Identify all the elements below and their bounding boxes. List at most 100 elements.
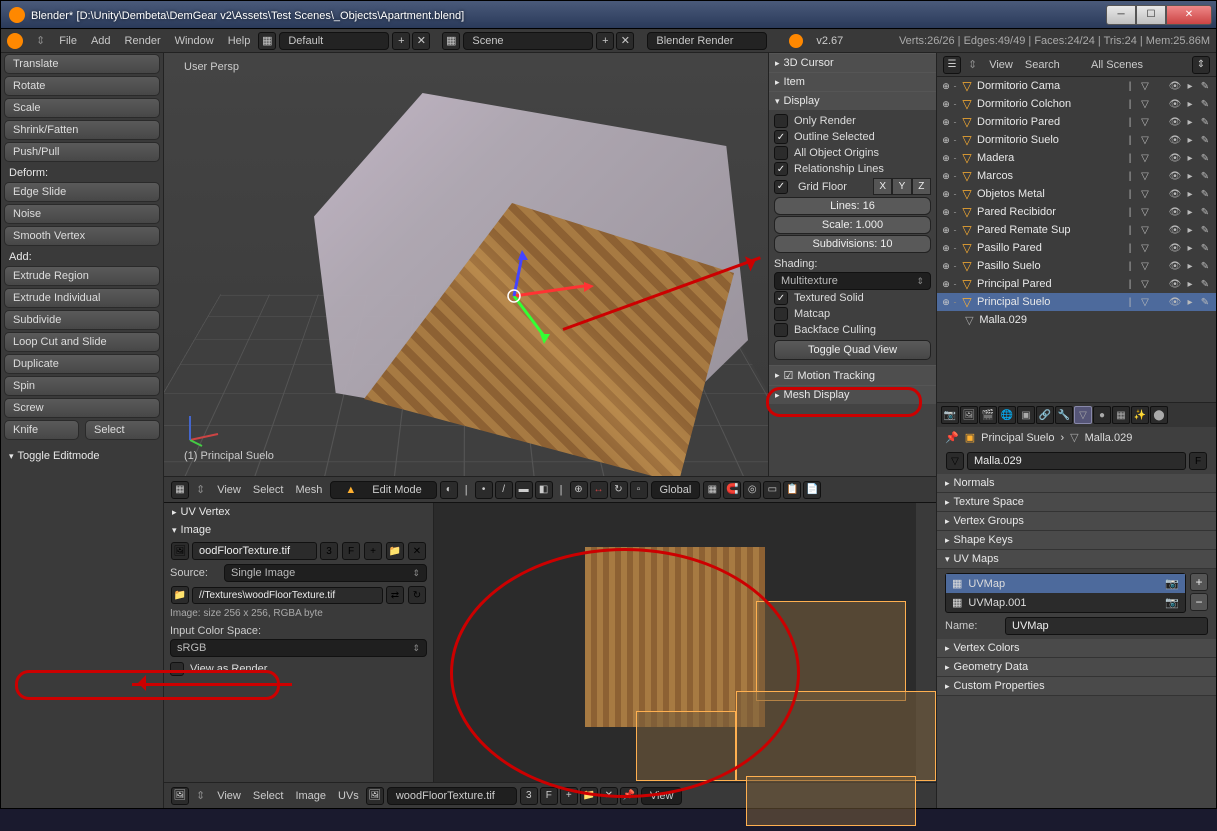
view3d-menu-select[interactable]: Select [247,484,290,496]
mesh-browse-icon[interactable]: ▽ [946,452,964,470]
outliner-row[interactable]: ⊕···▽Pared Recibidor|▽👁▸✎ [937,203,1216,221]
image-filepath-field[interactable]: //Textures\woodFloorTexture.tif [192,587,383,604]
tool-subdivide[interactable]: Subdivide [4,310,160,330]
uv-image-browse-icon[interactable]: 🖼 [366,787,384,805]
check-all-origins[interactable]: All Object Origins [774,145,931,161]
pivot-icon[interactable]: ⊕ [570,481,588,499]
uv-new-image-icon[interactable]: + [560,787,578,805]
add-scene-icon[interactable]: + [596,32,614,50]
tool-translate[interactable]: Translate [4,54,160,74]
tool-edge-slide[interactable]: Edge Slide [4,182,160,202]
tool-extrude-individual[interactable]: Extrude Individual [4,288,160,308]
snap-icon[interactable]: 🧲 [723,481,741,499]
manipulator-rot-icon[interactable]: ↻ [610,481,628,499]
remove-layout-icon[interactable]: ✕ [412,32,430,50]
tool-rotate[interactable]: Rotate [4,76,160,96]
outliner-row[interactable]: ⊕···▽Objetos Metal|▽👁▸✎ [937,185,1216,203]
copy-icon[interactable]: 📋 [783,481,801,499]
tool-shrink-fatten[interactable]: Shrink/Fatten [4,120,160,140]
panel-custom-properties[interactable]: Custom Properties [937,677,1216,696]
window-maximize[interactable]: ☐ [1136,5,1166,25]
panel-texture-space[interactable]: Texture Space [937,493,1216,512]
tab-world[interactable]: 🌐 [998,406,1016,424]
check-textured-solid[interactable]: Textured Solid [774,290,931,306]
tool-loop-cut[interactable]: Loop Cut and Slide [4,332,160,352]
tab-texture[interactable]: ▦ [1112,406,1130,424]
image-users[interactable]: 3 [320,542,338,560]
layers-icon[interactable]: ▦ [703,481,721,499]
tool-scale[interactable]: Scale [4,98,160,118]
unlink-image-icon[interactable]: ✕ [408,542,426,560]
check-matcap[interactable]: Matcap [774,306,931,322]
tab-scene[interactable]: 🎬 [979,406,997,424]
check-outline-selected[interactable]: Outline Selected [774,129,931,145]
toggle-quad-view-button[interactable]: Toggle Quad View [774,340,931,360]
uv-pin-icon[interactable]: 📌 [620,787,638,805]
tab-particles[interactable]: ✨ [1131,406,1149,424]
uvmap-add-button[interactable]: + [1190,573,1208,591]
image-name-field[interactable]: oodFloorTexture.tif [192,542,317,560]
toggle-editmode-panel[interactable]: Toggle Editmode [1,447,163,465]
tool-screw[interactable]: Screw [4,398,160,418]
3d-viewport[interactable]: User Persp (1) Principal Suelo [164,53,768,476]
colorspace-dropdown[interactable]: sRGB [170,639,427,657]
axis-x-toggle[interactable]: X [873,178,892,195]
tab-physics[interactable]: ⬤ [1150,406,1168,424]
breadcrumb-object[interactable]: Principal Suelo [981,432,1054,444]
window-minimize[interactable]: ─ [1106,5,1136,25]
uvmap-name-field[interactable]: UVMap [1005,617,1208,635]
render-engine-dropdown[interactable]: Blender Render [647,32,767,50]
reload-image-icon[interactable]: ↻ [408,586,426,604]
panel-normals[interactable]: Normals [937,474,1216,493]
menu-add[interactable]: Add [84,35,118,47]
outliner-editor-icon[interactable]: ☰ [943,56,961,74]
check-backface-culling[interactable]: Backface Culling [774,322,931,338]
panel-motion-tracking[interactable]: ☑Motion Tracking [769,365,936,385]
uv-image-name-field[interactable]: woodFloorTexture.tif [387,787,517,805]
view3d-menu-mesh[interactable]: Mesh [289,484,328,496]
panel-3d-cursor[interactable]: 3D Cursor [769,53,936,72]
axis-y-toggle[interactable]: Y [892,178,911,195]
panel-display[interactable]: Display [769,91,936,110]
uvmap-remove-button[interactable]: − [1190,593,1208,611]
add-layout-icon[interactable]: + [392,32,410,50]
tool-duplicate[interactable]: Duplicate [4,354,160,374]
tool-push-pull[interactable]: Push/Pull [4,142,160,162]
panel-vertex-groups[interactable]: Vertex Groups [937,512,1216,531]
tab-render-layers[interactable]: 🖼 [960,406,978,424]
tab-material[interactable]: ● [1093,406,1111,424]
grid-subdiv-field[interactable]: Subdivisions: 10 [774,235,931,253]
check-only-render[interactable]: Only Render [774,113,931,129]
source-dropdown[interactable]: Single Image [224,564,427,582]
manipulator-scale-icon[interactable]: ▫ [630,481,648,499]
outliner-filter-options-icon[interactable]: ⇕ [1192,56,1210,74]
check-grid-floor[interactable] [774,180,788,194]
remove-scene-icon[interactable]: ✕ [616,32,634,50]
tool-noise[interactable]: Noise [4,204,160,224]
paste-icon[interactable]: 📄 [803,481,821,499]
tool-extrude-region[interactable]: Extrude Region [4,266,160,286]
menu-file[interactable]: File [52,35,84,47]
fake-user-toggle[interactable]: F [342,542,360,560]
editor-type-image-icon[interactable]: 🖼 [171,787,189,805]
panel-vertex-colors[interactable]: Vertex Colors [937,639,1216,658]
check-view-as-render[interactable]: View as Render [170,661,427,677]
scene-browse-icon[interactable]: ▦ [442,32,460,50]
new-image-icon[interactable]: + [364,542,382,560]
outliner-row[interactable]: ⊕···▽Dormitorio Cama|▽👁▸✎ [937,77,1216,95]
mesh-fake-user[interactable]: F [1189,452,1207,470]
filepath-browse-icon[interactable]: 📁 [171,586,189,604]
tab-constraints[interactable]: 🔗 [1036,406,1054,424]
manipulator-toggle-icon[interactable]: ↔ [590,481,608,499]
menu-render[interactable]: Render [118,35,168,47]
outliner-row[interactable]: ⊕···▽Dormitorio Colchon|▽👁▸✎ [937,95,1216,113]
shading-mode-dropdown[interactable]: Multitexture [774,272,931,290]
render-border-icon[interactable]: ▭ [763,481,781,499]
tab-render[interactable]: 📷 [941,406,959,424]
outliner-row[interactable]: ⊕···▽Principal Suelo|▽👁▸✎ [937,293,1216,311]
uv-open-image-icon[interactable]: 📁 [580,787,598,805]
outliner-filter-dropdown[interactable]: All Scenes [1091,59,1191,71]
check-relationship-lines[interactable]: Relationship Lines [774,161,931,177]
screen-layout-field[interactable]: Default [279,32,389,50]
prop-edit-icon[interactable]: ◎ [743,481,761,499]
